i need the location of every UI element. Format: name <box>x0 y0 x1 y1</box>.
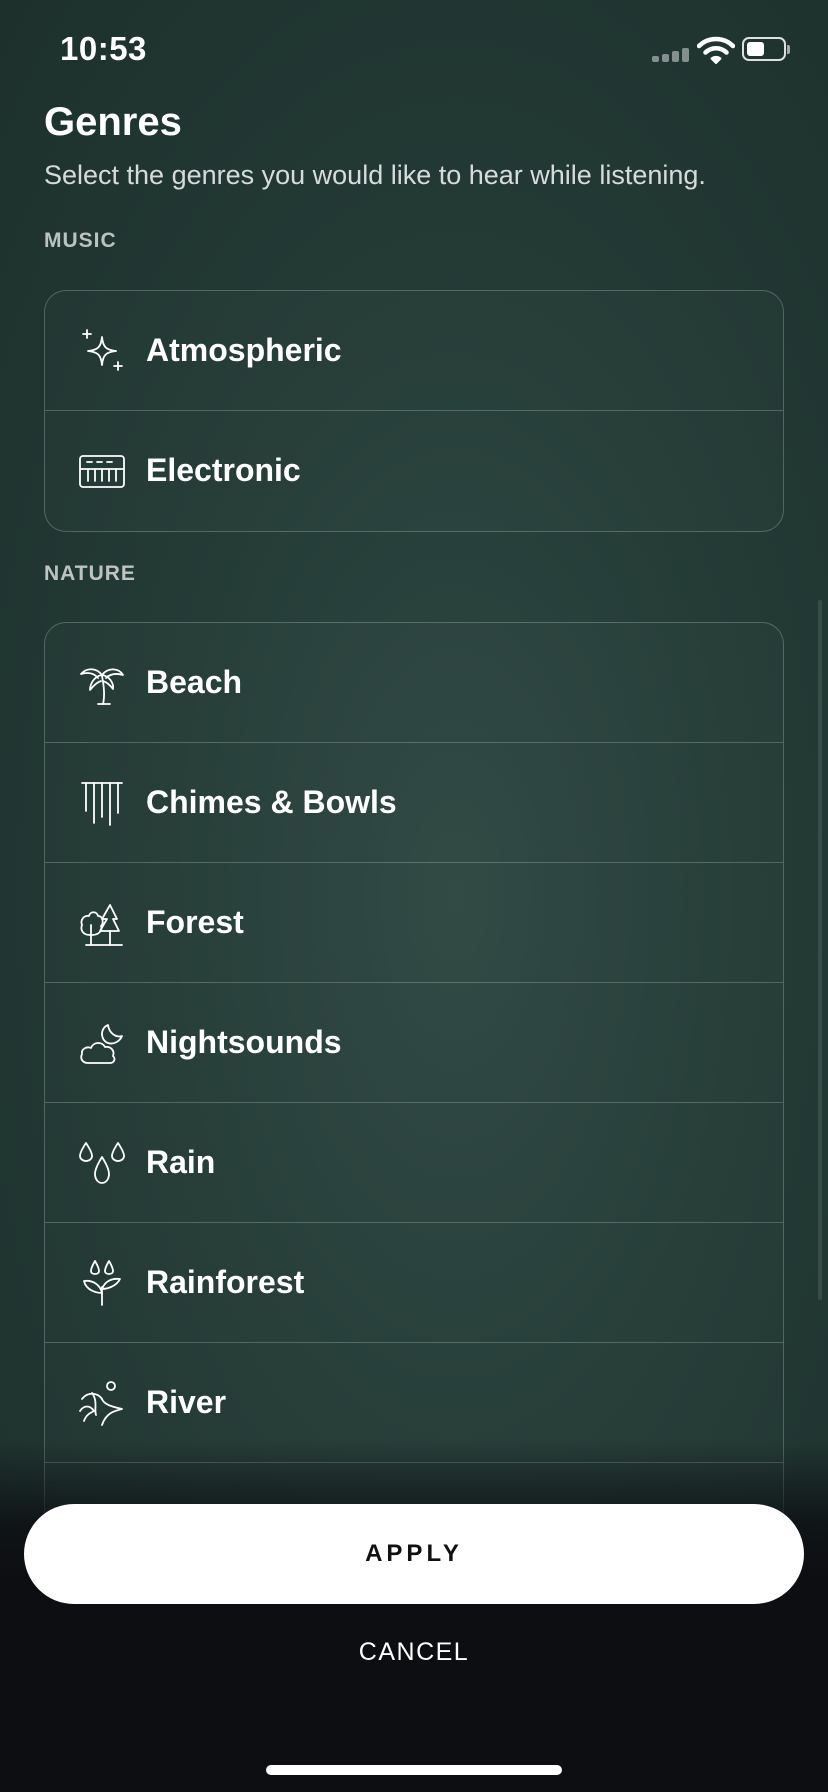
status-bar: 10:53 <box>0 0 828 100</box>
section-label-nature: NATURE <box>44 562 136 585</box>
wifi-icon <box>696 35 736 65</box>
bottom-action-panel <box>0 1440 828 1792</box>
battery-icon <box>742 37 790 63</box>
river-icon <box>78 1379 126 1427</box>
cellular-signal-icon <box>652 48 692 62</box>
genre-label: Rainforest <box>146 1264 305 1300</box>
wind-chimes-icon <box>78 779 126 827</box>
genre-item-rain[interactable]: Rain <box>45 1103 783 1223</box>
genre-label: Electronic <box>146 452 301 488</box>
genre-label: Atmospheric <box>146 332 342 368</box>
genre-item-electronic[interactable]: Electronic <box>45 411 783 531</box>
nature-genre-list: Beach Chimes & Bowls Forest Nightsounds … <box>44 622 784 1583</box>
moon-cloud-icon <box>78 1019 126 1067</box>
apply-button[interactable]: APPLY <box>24 1504 804 1604</box>
genre-item-chimes-bowls[interactable]: Chimes & Bowls <box>45 743 783 863</box>
genre-label: Forest <box>146 904 244 940</box>
page-title: Genres <box>44 100 182 144</box>
genre-item-rainforest[interactable]: Rainforest <box>45 1223 783 1343</box>
sparkles-icon <box>78 327 126 375</box>
genre-label: Rain <box>146 1144 216 1180</box>
home-indicator[interactable] <box>266 1765 562 1775</box>
status-time: 10:53 <box>60 30 147 67</box>
genre-item-nightsounds[interactable]: Nightsounds <box>45 983 783 1103</box>
cancel-button[interactable]: CANCEL <box>264 1630 564 1674</box>
genre-item-forest[interactable]: Forest <box>45 863 783 983</box>
page-subtitle: Select the genres you would like to hear… <box>44 160 706 190</box>
section-label-music: MUSIC <box>44 229 117 252</box>
raindrops-icon <box>78 1139 126 1187</box>
scroll-indicator[interactable] <box>818 600 822 1300</box>
genre-label: Chimes & Bowls <box>146 784 397 820</box>
trees-icon <box>78 899 126 947</box>
genre-item-atmospheric[interactable]: Atmospheric <box>45 291 783 411</box>
genre-item-beach[interactable]: Beach <box>45 623 783 743</box>
keyboard-icon <box>78 447 126 495</box>
palm-tree-icon <box>78 659 126 707</box>
plant-drops-icon <box>78 1259 126 1307</box>
genre-label: Nightsounds <box>146 1024 342 1060</box>
genre-label: Beach <box>146 664 243 700</box>
music-genre-list: Atmospheric Electronic <box>44 290 784 532</box>
